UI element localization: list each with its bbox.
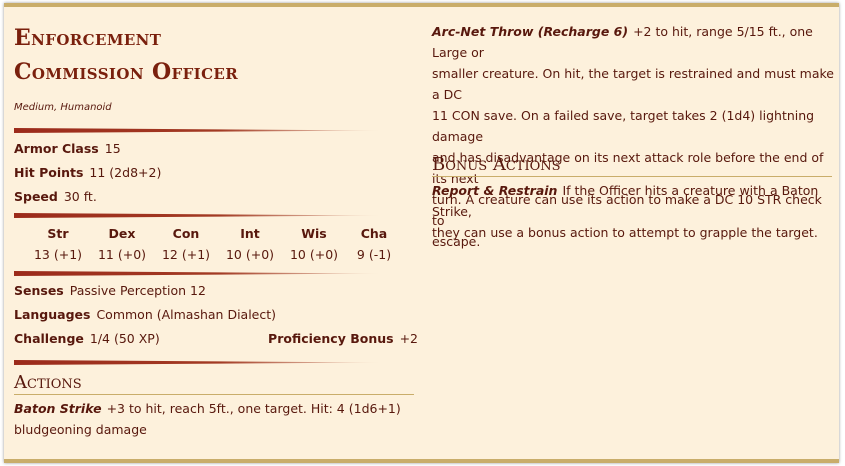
speed-row: Speed 30 ft. [14,188,97,205]
ability-value: 13 (+1) [33,247,83,262]
bonus-action-report-restrain: Report & Restrain If the Officer hits a c… [432,180,834,243]
ability-value: 9 (-1) [356,247,392,262]
ability-int: Int 10 (+0) [218,225,282,263]
hit-points-label: Hit Points [14,165,84,180]
challenge-label: Challenge [14,331,84,346]
challenge-value: 1/4 (50 XP) [89,331,160,346]
ability-name: Dex [108,226,136,241]
challenge-row: Challenge 1/4 (50 XP) [14,330,160,347]
actions-heading: Actions [14,372,414,395]
senses-value: Passive Perception 12 [69,283,206,298]
divider [14,213,386,218]
action-baton-strike: Baton Strike +3 to hit, reach 5ft., one t… [14,398,414,440]
ability-dex: Dex 11 (+0) [90,225,154,263]
armor-class-value: 15 [104,141,121,156]
hit-points-row: Hit Points 11 (2d8+2) [14,164,161,181]
divider [14,271,386,276]
languages-label: Languages [14,307,91,322]
languages-value: Common (Almashan Dialect) [96,307,277,322]
ability-name: Con [172,226,200,241]
hit-points-value: 11 (2d8+2) [89,165,162,180]
divider [14,128,386,133]
senses-label: Senses [14,283,64,298]
ability-value: 10 (+0) [289,247,339,262]
stat-block-card: Enforcement Commission Officer Medium, H… [4,3,839,463]
ability-value: 11 (+0) [97,247,147,262]
monster-name: Enforcement Commission Officer [14,21,414,89]
action-text: 11 CON save. On a failed save, target ta… [432,108,815,144]
action-text: +3 to hit, reach 5ft., one target. Hit: … [106,401,401,416]
speed-value: 30 ft. [63,189,97,204]
bonus-action-text: they can use a bonus action to attempt t… [432,225,818,240]
ability-name: Int [240,226,260,241]
armor-class-label: Armor Class [14,141,99,156]
bonus-actions-heading: Bonus Actions [432,154,832,177]
bonus-action-name: Report & Restrain [432,183,558,198]
ability-name: Cha [360,226,388,241]
monster-type: Medium, Humanoid [14,102,112,113]
ability-value: 10 (+0) [225,247,275,262]
monster-name-line-1: Enforcement [14,25,162,51]
armor-class-row: Armor Class 15 [14,140,121,157]
proficiency-value: +2 [399,331,418,346]
ability-str: Str 13 (+1) [26,225,90,263]
action-text: smaller creature. On hit, the target is … [432,66,834,102]
proficiency-row: Proficiency Bonus +2 [268,330,418,347]
proficiency-label: Proficiency Bonus [268,331,394,346]
ability-cha: Cha 9 (-1) [342,225,406,263]
monster-name-line-2: Commission Officer [14,59,239,85]
ability-name: Str [47,226,69,241]
action-name: Arc-Net Throw (Recharge 6) [432,24,629,39]
languages-row: Languages Common (Almashan Dialect) [14,306,276,323]
ability-wis: Wis 10 (+0) [282,225,346,263]
speed-label: Speed [14,189,58,204]
ability-con: Con 12 (+1) [154,225,218,263]
ability-name: Wis [301,226,327,241]
senses-row: Senses Passive Perception 12 [14,282,206,299]
divider [14,360,386,365]
ability-value: 12 (+1) [161,247,211,262]
action-name: Baton Strike [14,401,102,416]
action-text: bludgeoning damage [14,422,147,437]
